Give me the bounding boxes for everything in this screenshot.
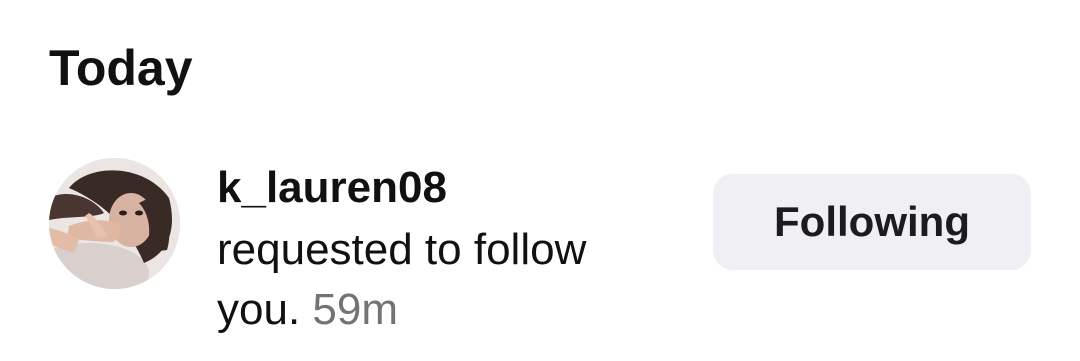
section-title-today: Today (49, 40, 193, 96)
follow-request-notification[interactable]: k_lauren08 requested to follow you. 59m … (49, 158, 1034, 348)
profile-photo-icon (49, 158, 180, 289)
message-line-2: you. (217, 285, 301, 334)
notifications-page: Today k_lauren08 requested to follow you… (0, 0, 1080, 361)
notification-timestamp: 59m (312, 285, 398, 334)
following-button[interactable]: Following (713, 174, 1031, 270)
message-line-1: requested to follow (217, 225, 587, 274)
notification-message: requested to follow you. 59m (217, 220, 687, 340)
username-link[interactable]: k_lauren08 (217, 162, 687, 214)
notification-text: k_lauren08 requested to follow you. 59m (217, 162, 687, 340)
user-avatar[interactable] (49, 158, 180, 289)
